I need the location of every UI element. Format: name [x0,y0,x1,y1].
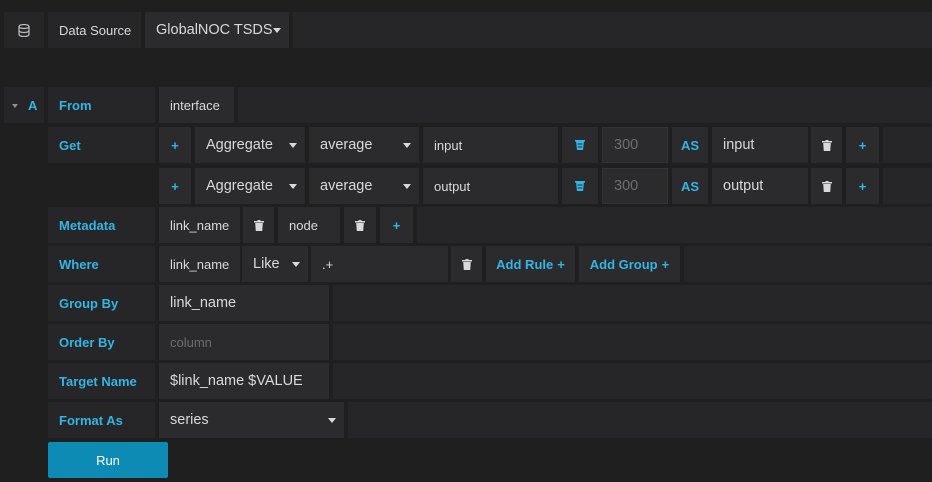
trash-icon[interactable] [451,246,482,282]
target-name-label: Target Name [48,363,155,399]
bucket-size-input[interactable]: 300 [602,168,668,204]
from-label: From [48,87,155,123]
datasource-row-filler [293,12,932,48]
aggregate-function-select[interactable]: average [309,127,419,163]
trash-icon[interactable] [811,127,842,163]
datasource-picker[interactable]: GlobalNOC TSDS [145,12,289,48]
metadata-filler [417,207,932,243]
get-label: Get [48,127,155,163]
format-as-label: Format As [48,402,155,438]
add-get-after-button[interactable]: + [846,127,879,163]
aggregate-function-select[interactable]: average [309,168,419,204]
format-as-filler [348,402,932,438]
bucket-icon[interactable] [562,127,598,163]
add-get-before-button[interactable]: + [159,168,191,204]
order-by-label: Order By [48,324,155,360]
caret-down-icon [292,262,300,267]
format-as-select[interactable]: series [159,402,344,438]
caret-down-icon [403,143,411,148]
where-label: Where [48,246,155,282]
trash-icon[interactable] [243,207,274,243]
caret-down-icon [289,184,297,189]
caret-down-icon [273,28,281,33]
metadata-item[interactable]: link_name [159,207,240,243]
get-row-filler [883,168,932,204]
caret-down-icon [289,143,297,148]
where-operator-value: Like [253,256,280,272]
bucket-icon[interactable] [562,168,598,204]
alias-field[interactable]: output [712,168,808,204]
aggregate-function-value: average [320,178,373,194]
caret-down-icon [328,418,336,423]
aggregate-type-select[interactable]: Aggregate [195,127,305,163]
order-by-input[interactable]: column [159,324,329,360]
plus-icon: + [557,256,565,272]
target-name-input[interactable]: $link_name $VALUE [159,363,329,399]
target-name-filler [333,363,932,399]
where-operator-select[interactable]: Like [242,246,308,282]
order-by-filler [333,324,932,360]
bucket-size-input[interactable]: 300 [602,127,668,163]
datasource-name: GlobalNOC TSDS [156,22,273,38]
get-row-filler [883,127,932,163]
query-ref-id: A [28,97,38,113]
from-measurement[interactable]: interface [159,87,234,123]
add-group-label: Add Group [589,256,658,272]
as-label: AS [672,168,708,204]
group-by-filler [333,285,932,321]
metadata-label: Metadata [48,207,155,243]
query-ref-toggle[interactable]: A [4,87,44,123]
add-metadata-button[interactable]: + [380,207,413,243]
metric-field[interactable]: input [423,127,558,163]
aggregate-type-select[interactable]: Aggregate [195,168,305,204]
add-get-after-button[interactable]: + [846,168,879,204]
group-by-label: Group By [48,285,155,321]
aggregate-type-value: Aggregate [206,178,273,194]
where-filler [684,246,932,282]
add-group-button[interactable]: Add Group + [579,246,680,282]
plus-icon: + [661,256,670,272]
aggregate-function-value: average [320,137,373,153]
group-by-input[interactable]: link_name [159,285,329,321]
from-filler [238,87,932,123]
as-label: AS [672,127,708,163]
caret-down-icon [403,184,411,189]
add-rule-label: Add Rule [496,256,554,272]
run-button[interactable]: Run [48,442,168,478]
add-get-before-button[interactable]: + [159,127,191,163]
database-icon [4,12,44,48]
metadata-item[interactable]: node [278,207,340,243]
trash-icon[interactable] [344,207,376,243]
datasource-label: Data Source [48,12,141,48]
aggregate-type-value: Aggregate [206,137,273,153]
add-rule-button[interactable]: Add Rule + [486,246,575,282]
trash-icon[interactable] [811,168,842,204]
format-as-value: series [170,412,209,428]
metric-field[interactable]: output [423,168,558,204]
where-value-input[interactable]: .+ [311,246,448,282]
alias-field[interactable]: input [712,127,808,163]
where-field[interactable]: link_name [159,246,240,282]
collapse-caret-icon [12,104,18,108]
